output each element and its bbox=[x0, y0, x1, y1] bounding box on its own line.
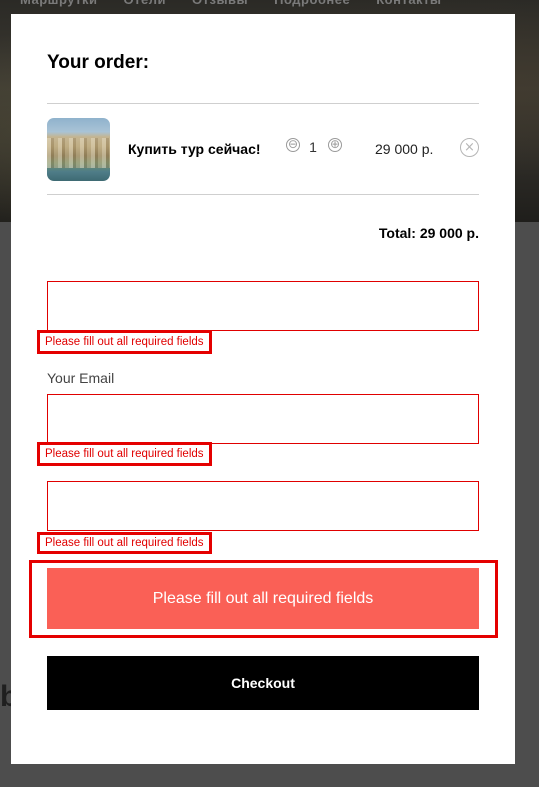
order-modal: Your order: Купить тур сейчас! ⊖ 1 ⊕ 29 … bbox=[11, 14, 515, 764]
email-field[interactable] bbox=[47, 394, 479, 444]
divider bbox=[47, 194, 479, 195]
quantity-minus-icon[interactable]: ⊖ bbox=[286, 138, 300, 152]
remove-item-icon[interactable]: × bbox=[460, 138, 479, 157]
phone-field[interactable] bbox=[47, 481, 479, 531]
divider bbox=[47, 103, 479, 104]
bg-nav-item: Отели bbox=[124, 0, 166, 8]
bg-nav-item: Отзывы bbox=[192, 0, 248, 8]
order-title: Your order: bbox=[47, 52, 150, 73]
name-field[interactable] bbox=[47, 281, 479, 331]
bg-nav-item: Маршрутки bbox=[20, 0, 98, 8]
field-error-message: Please fill out all required fields bbox=[37, 330, 212, 354]
bg-nav-item: Контакты bbox=[376, 0, 441, 8]
field-error-message: Please fill out all required fields bbox=[37, 532, 212, 554]
email-label: Your Email bbox=[47, 370, 115, 386]
quantity-plus-icon[interactable]: ⊕ bbox=[328, 138, 342, 152]
checkout-button[interactable]: Checkout bbox=[47, 656, 479, 710]
name-input[interactable] bbox=[48, 282, 478, 330]
order-total: Total: 29 000 р. bbox=[378, 225, 479, 241]
bg-nav-item: Подробнее bbox=[274, 0, 350, 8]
background-nav: Маршрутки Отели Отзывы Подробнее Контакт… bbox=[0, 0, 539, 8]
product-name: Купить тур сейчас! bbox=[128, 141, 261, 157]
quantity-value: 1 bbox=[309, 139, 317, 155]
product-thumbnail bbox=[47, 118, 110, 181]
email-input[interactable] bbox=[48, 395, 478, 443]
phone-input[interactable] bbox=[48, 482, 478, 530]
form-error-alert: Please fill out all required fields bbox=[47, 568, 479, 629]
field-error-message: Please fill out all required fields bbox=[37, 442, 212, 466]
product-price: 29 000 р. bbox=[375, 141, 434, 157]
